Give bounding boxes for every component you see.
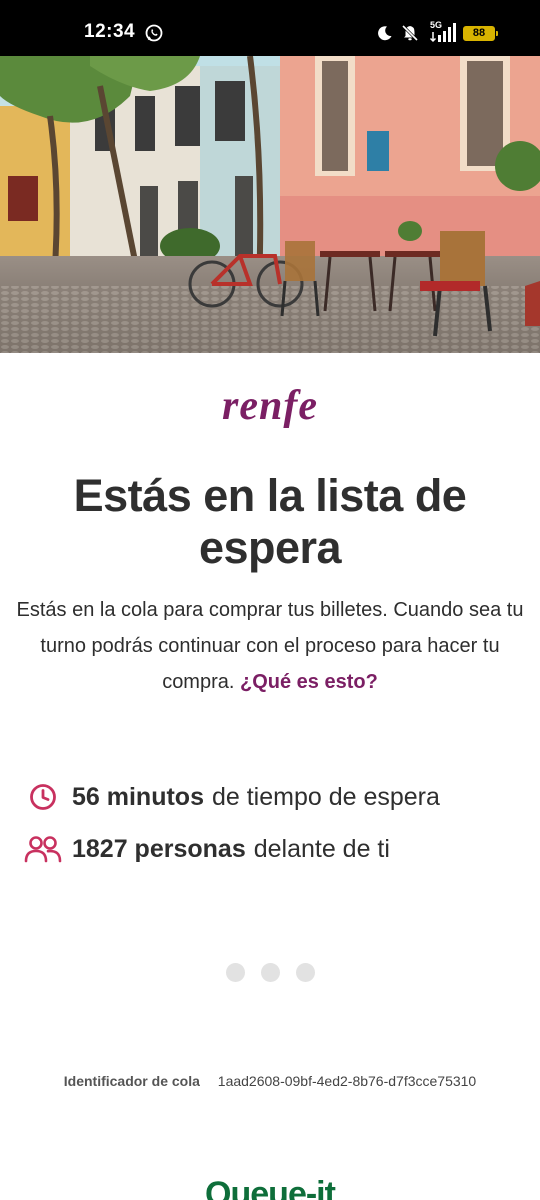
people-ahead-value: 1827 personas xyxy=(72,834,246,863)
loading-indicator xyxy=(0,963,540,982)
what-is-this-link[interactable]: ¿Qué es esto? xyxy=(240,671,378,693)
people-ahead-stat: 1827 personas delante de ti xyxy=(24,831,390,867)
moon-icon xyxy=(377,25,393,46)
loading-dot xyxy=(225,963,245,982)
queue-it-logo: Queue-it xyxy=(205,1175,336,1200)
signal-icon xyxy=(428,23,456,48)
queue-description: Estás en la cola para comprar tus billet… xyxy=(16,592,524,700)
queue-id-label: Identificador de cola xyxy=(63,1073,200,1089)
clock-icon xyxy=(24,779,62,815)
renfe-logo-text: renfe xyxy=(222,383,318,429)
hero-image xyxy=(0,56,540,353)
loading-dot xyxy=(295,963,315,982)
bell-muted-icon xyxy=(401,24,419,47)
whatsapp-icon xyxy=(144,23,164,48)
battery-icon: 88 xyxy=(463,26,498,41)
wait-time-label: de tiempo de espera xyxy=(211,782,440,811)
people-icon xyxy=(24,831,62,867)
renfe-logo: renfe xyxy=(0,382,540,430)
queue-id-value: 1aad2608-09bf-4ed2-8b76-d7f3cce75310 xyxy=(217,1073,477,1089)
battery-level: 88 xyxy=(472,27,486,39)
page-title: Estás en la lista de espera xyxy=(73,470,467,573)
people-ahead-label: delante de ti xyxy=(253,834,390,863)
loading-dot xyxy=(260,963,280,982)
wait-time-stat: 56 minutos de tiempo de espera xyxy=(24,779,440,815)
wait-time-value: 56 minutos xyxy=(72,782,204,811)
status-bar: 12:34 5G 88 xyxy=(0,0,540,56)
queue-identifier: Identificador de cola 1aad2608-09bf-4ed2… xyxy=(0,1073,540,1089)
status-time: 12:34 xyxy=(84,21,136,42)
